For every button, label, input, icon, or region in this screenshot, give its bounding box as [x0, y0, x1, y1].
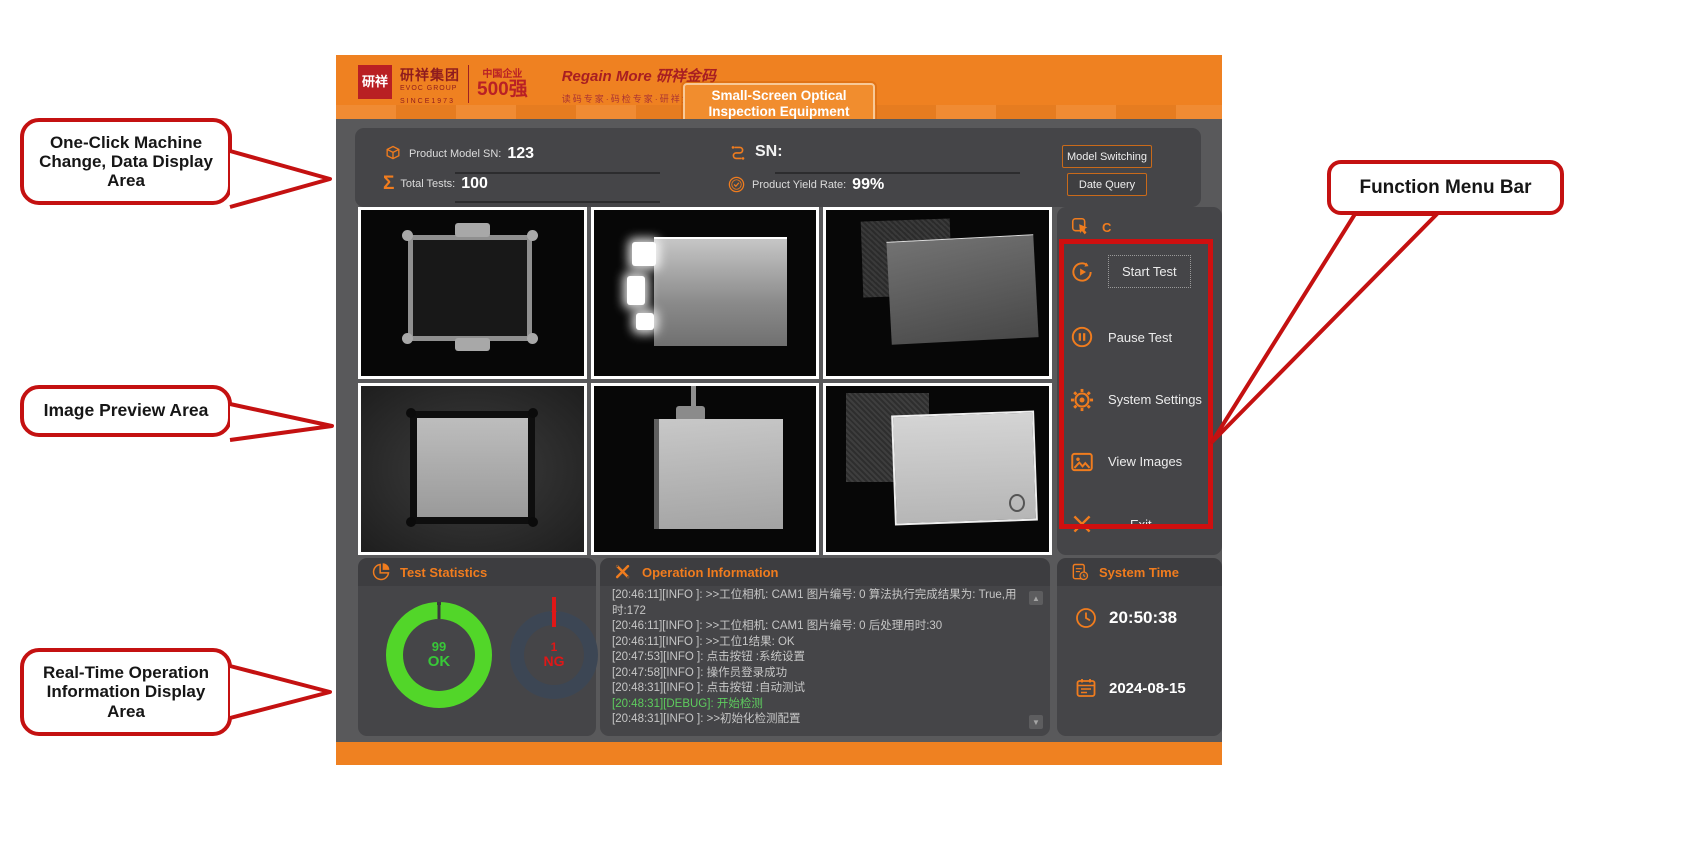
- app-title-line2: Inspection Equipment: [708, 104, 849, 119]
- screenshot-canvas: 研祥 研祥集团 EVOC GROUP SINCE1973 中国企业 500强 R…: [0, 0, 1688, 861]
- callout-image-preview-area: Image Preview Area: [20, 385, 232, 437]
- calendar-icon: [1074, 676, 1098, 700]
- camera-image-3[interactable]: [823, 207, 1052, 379]
- stats-title: Test Statistics: [400, 565, 487, 580]
- menu-header-label: C: [1102, 220, 1111, 235]
- ng-label: NG: [544, 654, 565, 669]
- callout-tail-2: [228, 396, 340, 452]
- log-output[interactable]: [20:46:11][INFO ]: >>工位相机: CAM1 图片编号: 0 …: [612, 588, 1024, 731]
- callout-tail-1: [228, 139, 338, 219]
- system-time-panel: System Time 20:50:38 2024-08-15: [1057, 558, 1222, 736]
- product-model-field: Product Model SN: 123: [383, 144, 534, 164]
- log-scroll-up-button[interactable]: ▲: [1029, 591, 1043, 605]
- app-footer-bar: [336, 742, 1222, 765]
- ok-count: 99: [432, 640, 446, 654]
- app-header: 研祥 研祥集团 EVOC GROUP SINCE1973 中国企业 500强 R…: [336, 55, 1222, 119]
- camera-image-6[interactable]: [823, 383, 1052, 555]
- app-title-plate: Small-Screen Optical Inspection Equipmen…: [683, 83, 875, 119]
- ng-donut-chart: 1 NG: [510, 611, 598, 699]
- log-line: [20:46:11][INFO ]: >>工位1结果: OK: [612, 635, 1024, 651]
- image-preview-grid: [358, 207, 1052, 555]
- product-model-value: 123: [507, 145, 534, 163]
- yield-value: 99%: [852, 176, 884, 194]
- total-tests-label: Total Tests:: [400, 178, 455, 190]
- ok-label: OK: [428, 654, 451, 670]
- hand-click-icon: [1070, 216, 1092, 238]
- logo-cn-enterprise: 中国企业: [477, 65, 528, 80]
- crossed-tools-icon: [613, 562, 633, 582]
- sn-link-icon: [727, 141, 749, 163]
- system-time-title: System Time: [1099, 565, 1179, 580]
- sigma-icon: Σ: [383, 174, 394, 193]
- log-line: [20:48:31][INFO ]: 点击按钮 :自动测试: [612, 681, 1024, 697]
- log-title: Operation Information: [642, 565, 779, 580]
- log-scroll-down-button[interactable]: ▼: [1029, 715, 1043, 729]
- box-icon: [383, 144, 403, 164]
- log-line: [20:46:11][INFO ]: >>工位相机: CAM1 图片编号: 0 …: [612, 588, 1024, 619]
- camera-image-4[interactable]: [358, 383, 587, 555]
- log-line: [20:47:58][INFO ]: 操作员登录成功: [612, 666, 1024, 682]
- total-tests-field: Σ Total Tests: 100: [383, 174, 488, 193]
- sn-label: SN:: [755, 143, 783, 161]
- callout-tail-3: [228, 658, 338, 730]
- evoc-logo-mark: 研祥: [358, 65, 392, 99]
- log-line-debug: [20:48:31][DEBUG]: 开始检测: [612, 697, 1024, 713]
- camera-image-5[interactable]: [591, 383, 820, 555]
- sn-underline: [775, 172, 1020, 174]
- logo-group-name: 研祥集团: [400, 65, 460, 85]
- app-title-line1: Small-Screen Optical: [711, 88, 846, 104]
- log-line: [20:48:31][INFO ]: >>初始化检测配置: [612, 712, 1024, 728]
- doc-clock-icon: [1070, 562, 1090, 582]
- model-switching-button[interactable]: Model Switching: [1062, 145, 1152, 168]
- log-line: [20:46:11][INFO ]: >>工位相机: CAM1 图片编号: 0 …: [612, 619, 1024, 635]
- data-display-panel: Product Model SN: 123 Σ Total Tests: 100…: [355, 128, 1201, 207]
- yield-field: Product Yield Rate: 99%: [727, 175, 884, 194]
- ng-slice-marker: [552, 597, 556, 627]
- log-line: [20:47:53][INFO ]: 点击按钮 :系统设置: [612, 650, 1024, 666]
- test-statistics-panel: Test Statistics 99 OK 1 NG: [358, 558, 596, 736]
- total-tests-value: 100: [461, 175, 488, 193]
- logo-top500: 500强: [477, 80, 528, 99]
- menu-highlight-rectangle: [1059, 239, 1213, 529]
- callout-function-menu-bar: Function Menu Bar: [1327, 160, 1564, 215]
- callout-tail-4: [1205, 210, 1455, 450]
- callout-operation-info-area: Real-Time Operation Information Display …: [20, 648, 232, 736]
- pie-chart-icon: [371, 562, 391, 582]
- total-tests-underline: [455, 201, 660, 203]
- check-circle-icon: [727, 175, 746, 194]
- system-time-value: 20:50:38: [1109, 608, 1177, 628]
- logo-group-en: EVOC GROUP: [400, 85, 460, 92]
- product-model-label: Product Model SN:: [409, 148, 501, 160]
- logo-since: SINCE1973: [400, 98, 460, 105]
- system-date-value: 2024-08-15: [1109, 680, 1186, 697]
- logo-divider: [468, 65, 469, 103]
- callout-data-display-area: One-Click Machine Change, Data Display A…: [20, 118, 232, 205]
- brand-logo: 研祥 研祥集团 EVOC GROUP SINCE1973 中国企业 500强 R…: [358, 65, 716, 105]
- date-query-button[interactable]: Date Query: [1067, 173, 1147, 196]
- camera-image-1[interactable]: [358, 207, 587, 379]
- sn-field: SN:: [727, 141, 789, 163]
- camera-image-2[interactable]: [591, 207, 820, 379]
- operation-info-panel: Operation Information [20:46:11][INFO ]:…: [600, 558, 1050, 736]
- ok-donut-chart: 99 OK: [386, 602, 492, 708]
- yield-label: Product Yield Rate:: [752, 179, 846, 191]
- clock-icon: [1074, 606, 1098, 630]
